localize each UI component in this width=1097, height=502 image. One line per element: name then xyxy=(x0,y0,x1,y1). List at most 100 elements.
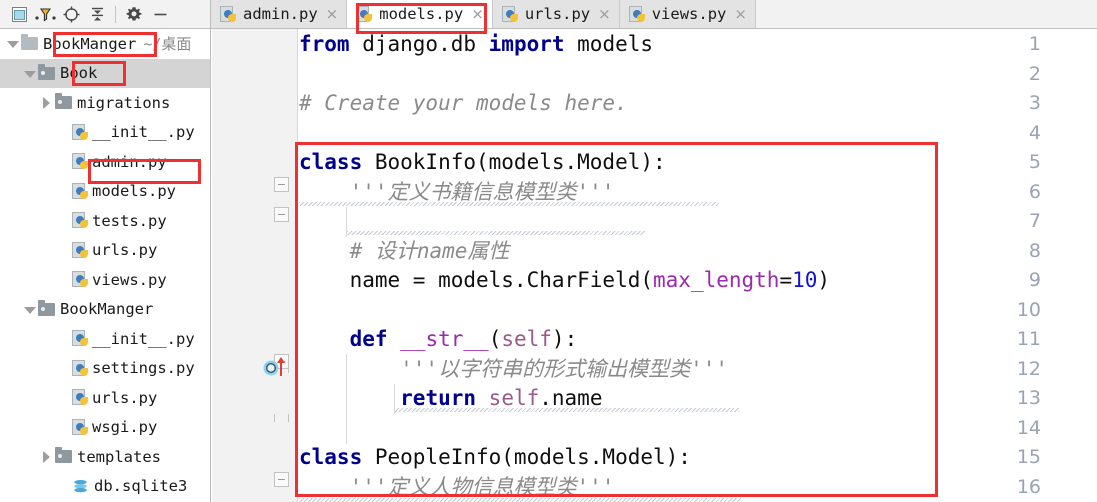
filter-icon[interactable] xyxy=(32,1,58,27)
code-token: ): xyxy=(551,327,578,351)
close-icon[interactable]: × xyxy=(326,5,339,23)
close-icon[interactable]: × xyxy=(598,5,611,23)
tree-item--init-py[interactable]: __init__.py xyxy=(0,118,210,148)
tree-item--init-py[interactable]: __init__.py xyxy=(0,324,210,354)
code-editor[interactable]: 1 2 3 4 5 6 7 8 9 10 11 12 13 14 15 16 from django.db i… xyxy=(212,29,1097,502)
tab-bar-filler xyxy=(755,0,1097,28)
tree-item-models-py[interactable]: models.py xyxy=(0,177,210,207)
locate-target-icon[interactable] xyxy=(58,1,84,27)
code-token: ( xyxy=(488,327,502,351)
chevron-right-icon[interactable] xyxy=(40,96,53,110)
tree-item-bookmanger[interactable]: BookManger xyxy=(0,295,210,325)
project-tree[interactable]: BookManger ~/桌面 Book migrations __init__.py a… xyxy=(0,29,211,502)
close-icon[interactable]: × xyxy=(734,5,747,23)
python-file-icon xyxy=(72,359,89,377)
database-icon xyxy=(72,478,90,495)
code-token: __str__ xyxy=(400,327,489,351)
tree-item-urls-py[interactable]: urls.py xyxy=(0,236,210,266)
indent-guide xyxy=(394,384,395,414)
python-file-icon xyxy=(501,5,519,23)
fold-marker-class-peopleinfo[interactable] xyxy=(274,472,289,487)
close-icon[interactable]: × xyxy=(471,5,484,23)
code-token: self xyxy=(501,327,552,351)
python-file-icon xyxy=(72,241,89,259)
override-method-marker-icon[interactable] xyxy=(263,356,293,378)
tree-item-migrations[interactable]: migrations xyxy=(0,88,210,118)
collapse-all-icon[interactable] xyxy=(84,1,110,27)
tree-item-label: __init__.py xyxy=(92,329,195,348)
code-line-9: name = models.CharField(max_length=10) xyxy=(299,266,831,296)
tab-label: views.py xyxy=(651,5,727,23)
code-folding-strip[interactable] xyxy=(272,29,298,502)
tree-item-label: templates xyxy=(77,447,161,466)
python-file-icon xyxy=(72,271,89,288)
python-file-icon xyxy=(72,212,89,229)
code-token: BookInfo(models.Model): xyxy=(362,150,666,174)
tab-admin-py[interactable]: admin.py × xyxy=(211,0,348,28)
tree-item-label: wsgi.py xyxy=(92,418,158,437)
code-line-1: from django.db import models xyxy=(299,30,653,60)
code-token: 10 xyxy=(792,268,818,292)
code-token: return xyxy=(400,386,477,410)
chevron-down-icon[interactable] xyxy=(6,37,19,50)
folder-icon xyxy=(55,93,73,111)
folder-icon xyxy=(21,34,39,52)
code-token: ) xyxy=(817,268,831,292)
tree-item-label: admin.py xyxy=(92,152,167,171)
code-token: class xyxy=(299,445,363,469)
chevron-right-icon[interactable] xyxy=(40,450,53,464)
python-file-icon xyxy=(628,5,646,23)
tree-item-admin-py[interactable]: admin.py xyxy=(0,147,210,177)
code-token: # Create your models here. xyxy=(299,91,628,115)
code-token: PeopleInfo(models.Model): xyxy=(362,445,691,469)
code-token: '''定义人物信息模型类''' xyxy=(299,474,615,499)
tree-item-urls-py[interactable]: urls.py xyxy=(0,383,210,413)
tab-label: urls.py xyxy=(524,5,591,23)
python-file-icon xyxy=(72,153,89,170)
tree-item-label: BookManger xyxy=(60,300,154,319)
toolbar-divider xyxy=(115,5,116,23)
python-file-icon xyxy=(356,5,373,23)
tree-item-book[interactable]: Book xyxy=(0,58,210,88)
tree-item-wsgi-py[interactable]: wsgi.py xyxy=(0,413,210,443)
code-line-5: class BookInfo(models.Model): xyxy=(299,148,666,178)
tree-item-tests-py[interactable]: tests.py xyxy=(0,206,210,236)
editor-tab-bar: admin.py × models.py × urls.py × views.p… xyxy=(211,0,1097,29)
chevron-down-icon[interactable] xyxy=(23,303,36,316)
code-token: def xyxy=(349,327,388,351)
code-line-15: class PeopleInfo(models.Model): xyxy=(299,443,691,473)
tab-urls-py[interactable]: urls.py × xyxy=(492,0,620,28)
tab-models-py[interactable]: models.py × xyxy=(347,0,493,28)
tree-item-db-sqlite3[interactable]: db.sqlite3 xyxy=(0,472,210,502)
chevron-down-icon[interactable] xyxy=(23,67,36,80)
tree-item-label: urls.py xyxy=(92,241,158,260)
fold-marker-docstring-bookinfo[interactable] xyxy=(274,207,289,222)
window-icon[interactable] xyxy=(6,1,32,27)
code-token: = xyxy=(779,268,793,292)
settings-gear-icon[interactable] xyxy=(121,1,147,27)
code-token: '''以字符串的形式输出模型类''' xyxy=(299,356,729,381)
python-file-icon xyxy=(72,182,89,200)
code-text-layer[interactable]: from django.db import models # Create you… xyxy=(299,29,1097,502)
tree-item-bookmanger[interactable]: BookManger ~/桌面 xyxy=(0,29,210,59)
tree-item-templates[interactable]: templates xyxy=(0,442,210,472)
hide-panel-icon[interactable] xyxy=(147,1,173,27)
code-token: .name xyxy=(539,386,603,410)
tab-views-py[interactable]: views.py × xyxy=(619,0,756,28)
folder-icon xyxy=(38,299,56,318)
code-token: # 设计name属性 xyxy=(299,238,510,263)
folder-icon xyxy=(55,447,73,465)
project-panel-toolbar xyxy=(0,0,211,29)
fold-marker-class-bookinfo[interactable] xyxy=(274,177,289,192)
tree-item-views-py[interactable]: views.py xyxy=(0,265,210,295)
tree-item-settings-py[interactable]: settings.py xyxy=(0,354,210,384)
